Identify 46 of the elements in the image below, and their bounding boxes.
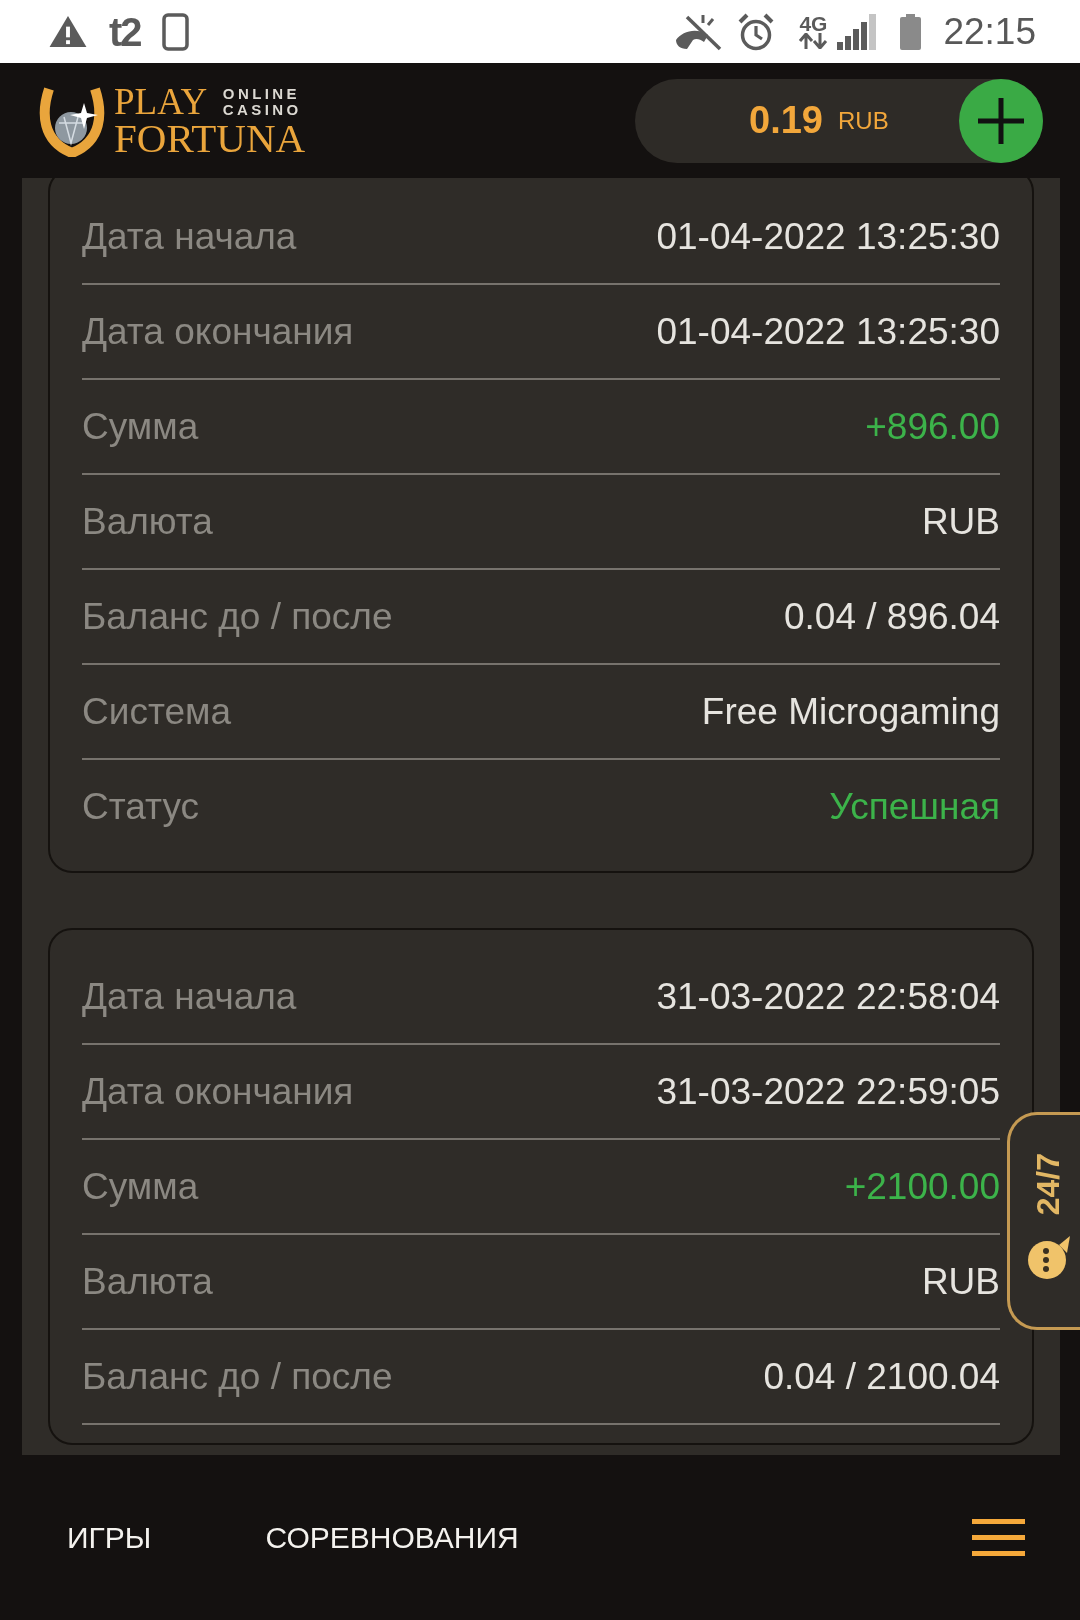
menu-icon[interactable] [972,1519,1025,1556]
field-value: 0.04 / 2100.04 [763,1355,1000,1398]
field-label: Баланс до / после [82,1355,393,1398]
field-label: Баланс до / после [82,595,393,638]
field-label: Валюта [82,1260,213,1303]
smartphone-icon [161,12,189,51]
field-value: 01-04-2022 13:25:30 [656,310,1000,353]
field-label: Статус [82,785,199,828]
field-value: Free Microgaming [701,690,1000,733]
logo-text: PLAY [114,84,209,119]
field-value: +896.00 [865,405,1000,448]
nav-link[interactable]: СОРЕВНОВАНИЯ [265,1520,519,1555]
logo-tagline: CASINO [222,101,303,118]
crossed-phone-icon [673,12,724,51]
field-label: Сумма [82,1165,199,1208]
alarm-clock-icon [738,12,775,51]
field-label: Дата начала [82,975,297,1018]
field-label: Дата окончания [82,1070,354,1113]
field-label: Система [82,690,231,733]
field-value: RUB [921,1260,1000,1303]
field-value: 31-03-2022 22:59:05 [656,1070,1000,1113]
field-label: Дата окончания [82,310,354,353]
network-type-text: 4G [799,14,828,33]
field-label: Сумма [82,405,199,448]
chat-bubble-icon [1026,1233,1070,1282]
field-value: 01-04-2022 13:25:30 [656,215,1000,258]
field-label: Валюта [82,500,213,543]
field-value: 0.04 / 896.04 [783,595,1000,638]
plus-icon [977,96,1025,145]
data-arrows-icon [798,33,829,49]
field-label: Дата начала [82,215,297,258]
clock-time: 22:15 [943,11,1036,52]
balance-currency: RUB [837,106,889,135]
field-value: 31-03-2022 22:58:04 [656,975,1000,1018]
logo-text: FORTUNA [114,119,306,157]
carrier-text: t2 [109,11,141,52]
warning-icon [48,15,88,48]
field-value: +2100.00 [844,1165,1000,1208]
field-value: RUB [921,500,1000,543]
balance-amount: 0.19 [749,99,823,142]
battery-icon [900,13,922,50]
nav-link[interactable]: ИГРЫ [67,1520,152,1555]
field-value: Успешная [829,785,1000,828]
support-chat-tab[interactable]: 24/7 [1007,1112,1080,1330]
signal-icon [837,13,877,50]
logo-tagline: ONLINE [222,85,301,102]
